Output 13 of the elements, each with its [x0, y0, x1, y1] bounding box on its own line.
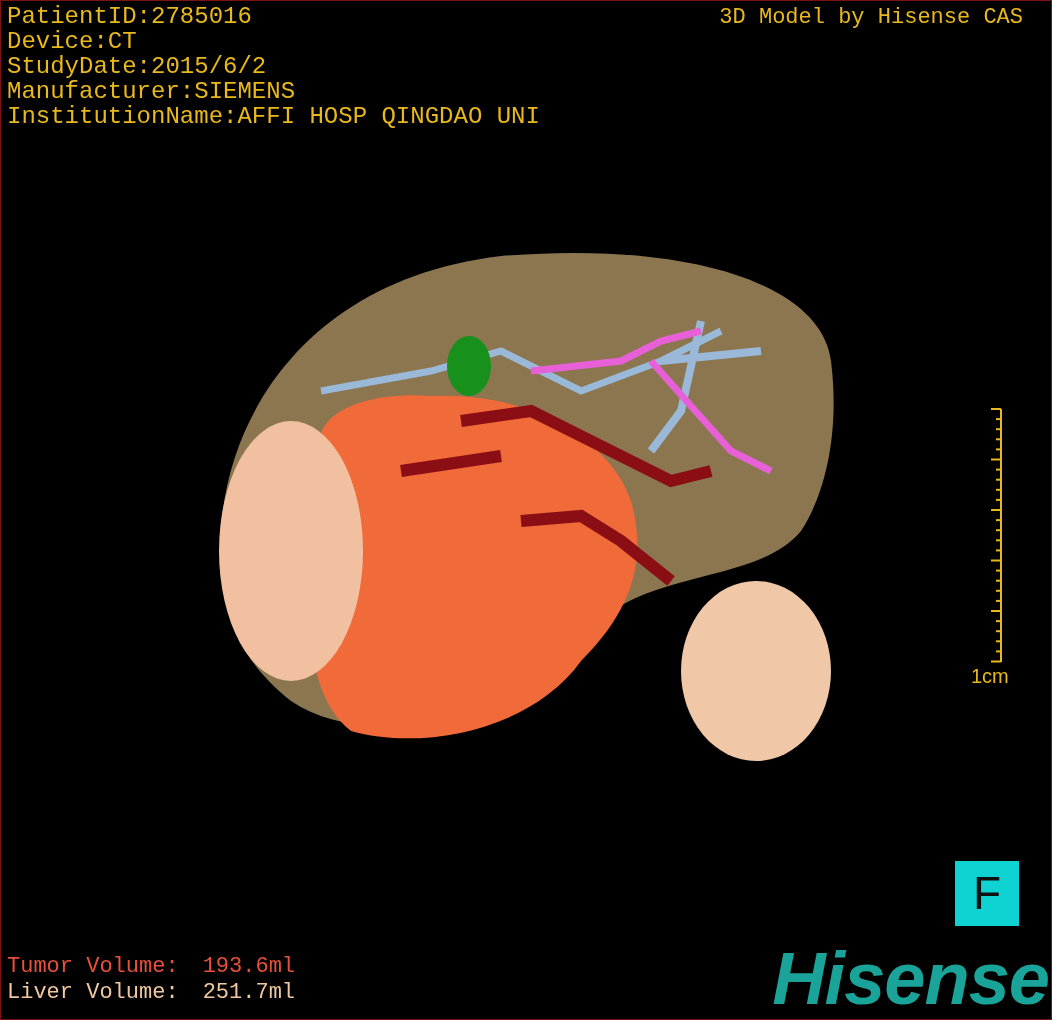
- study-info-line: PatientID:2785016: [7, 4, 252, 29]
- study-info-line: Manufacturer:SIEMENS: [7, 79, 296, 104]
- volume-value: 251.7ml: [202, 980, 296, 1005]
- study-info-line: StudyDate:2015/6/2: [7, 54, 267, 79]
- scale-label: 1cm: [971, 664, 1009, 689]
- volume-label: Liver Volume:: [7, 980, 179, 1005]
- study-info-line: Device:CT: [7, 29, 137, 54]
- volume-value: 193.6ml: [202, 954, 296, 979]
- logo: Hisense: [772, 939, 1049, 1019]
- model-credit: 3D Model by Hisense CAS: [719, 5, 1023, 30]
- study-info-line: InstitutionName:AFFI HOSP QINGDAO UNI: [7, 104, 540, 129]
- orientation-button[interactable]: F: [955, 861, 1019, 926]
- volume-label: Tumor Volume:: [7, 954, 179, 979]
